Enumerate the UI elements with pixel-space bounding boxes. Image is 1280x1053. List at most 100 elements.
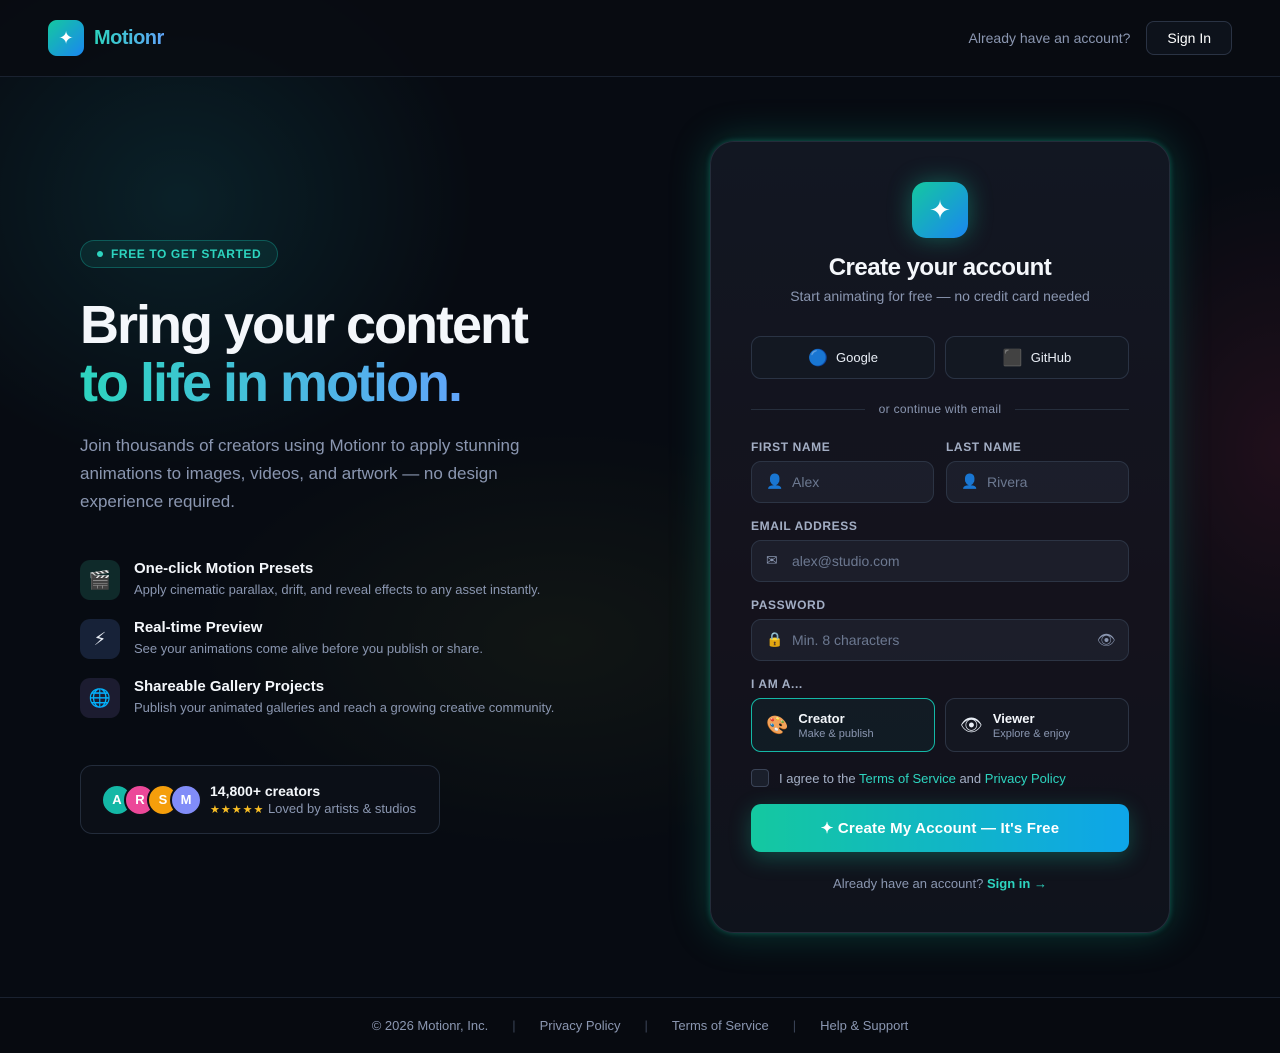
last-name-wrapper: 👤 bbox=[946, 461, 1129, 503]
globe-icon: 🌐 bbox=[80, 678, 120, 718]
footer-link-privacy[interactable]: Privacy Policy bbox=[540, 1018, 621, 1033]
show-password-icon[interactable]: 👁 bbox=[1097, 631, 1116, 649]
social-proof: A R S M 14,800+ creators ★★★★★ Loved by … bbox=[80, 765, 440, 834]
badge-dot-icon bbox=[97, 251, 103, 257]
terms-text: I agree to the Terms of Service and Priv… bbox=[779, 771, 1066, 786]
header-prompt: Already have an account? bbox=[968, 30, 1131, 46]
role-viewer-option[interactable]: 👁 Viewer Explore & enjoy bbox=[945, 698, 1129, 752]
role-sub: Explore & enjoy bbox=[992, 727, 1070, 740]
signin-prompt: Already have an account? Sign in → bbox=[751, 876, 1129, 891]
feature-title: Real-time Preview bbox=[134, 619, 263, 636]
rating-line: ★★★★★ Loved by artists & studios bbox=[210, 801, 416, 816]
terms-and: and bbox=[959, 770, 982, 786]
feature-list: 🎬 One-click Motion Presets Apply cinemat… bbox=[80, 560, 580, 718]
role-label: I AM A... bbox=[751, 677, 803, 691]
github-icon: ⬛ bbox=[1002, 349, 1023, 367]
google-label: Google bbox=[836, 350, 878, 365]
hero-description: Join thousands of creators using Motionr… bbox=[80, 436, 520, 511]
badge-label: FREE TO GET STARTED bbox=[111, 247, 262, 261]
google-button[interactable]: 🔵 Google bbox=[751, 336, 935, 379]
oauth-buttons: 🔵 Google ⬛ GitHub bbox=[751, 336, 1129, 379]
clapper-icon: 🎬 bbox=[80, 560, 120, 600]
divider-line bbox=[751, 408, 865, 410]
name-row: FIRST NAME 👤 LAST NAME 👤 bbox=[751, 440, 1129, 503]
sparkle-icon: ✦ bbox=[912, 182, 968, 238]
feature-item: 🌐 Shareable Gallery Projects Publish you… bbox=[80, 678, 580, 718]
hero-section: FREE TO GET STARTED Bring your content t… bbox=[80, 240, 580, 737]
rating-text: Loved by artists & studios bbox=[267, 801, 417, 816]
copyright: © 2026 Motionr, Inc. bbox=[371, 1018, 489, 1033]
role-options: 🎨 Creator Make & publish 👁 Viewer Explor… bbox=[751, 698, 1129, 752]
form-title: Create your account bbox=[828, 254, 1052, 281]
footer-link-terms[interactable]: Terms of Service bbox=[672, 1018, 769, 1033]
mail-icon: ✉ bbox=[766, 552, 778, 568]
terms-prefix: I agree to the bbox=[779, 770, 856, 786]
footer-separator: | bbox=[512, 1018, 516, 1033]
first-name-wrapper: 👤 bbox=[751, 461, 934, 503]
hero-title-line2: to life in motion. bbox=[80, 353, 463, 413]
password-field[interactable] bbox=[752, 620, 1128, 660]
signin-prompt-text: Already have an account? bbox=[833, 876, 984, 891]
header-signin-button[interactable]: Sign In bbox=[1146, 21, 1232, 55]
social-text: 14,800+ creators ★★★★★ Loved by artists … bbox=[210, 783, 416, 816]
eye-icon: 👁 bbox=[960, 714, 983, 735]
last-name-group: LAST NAME 👤 bbox=[946, 440, 1129, 503]
role-creator-option[interactable]: 🎨 Creator Make & publish bbox=[751, 698, 935, 752]
palette-icon: 🎨 bbox=[766, 714, 789, 735]
header-actions: Already have an account? Sign In bbox=[969, 21, 1232, 55]
password-label: PASSWORD bbox=[751, 598, 826, 612]
avatar-group: A R S M bbox=[101, 783, 202, 816]
github-label: GitHub bbox=[1030, 350, 1072, 365]
creator-count: 14,800+ creators bbox=[210, 783, 321, 799]
email-field[interactable] bbox=[752, 541, 1128, 581]
user-icon: 👤 bbox=[766, 473, 784, 489]
role-name: Creator bbox=[798, 710, 845, 726]
footer-separator: | bbox=[792, 1018, 797, 1033]
user-icon: 👤 bbox=[961, 473, 979, 489]
email-group: EMAIL ADDRESS ✉ bbox=[751, 519, 1129, 582]
role-sub: Make & publish bbox=[798, 727, 874, 740]
brand[interactable]: ✦ Motionr bbox=[48, 20, 164, 56]
feature-title: Shareable Gallery Projects bbox=[134, 678, 325, 695]
google-icon: 🔵 bbox=[808, 349, 828, 367]
first-name-group: FIRST NAME 👤 bbox=[751, 440, 934, 503]
github-button[interactable]: ⬛ GitHub bbox=[945, 336, 1129, 379]
star-rating-icon: ★★★★★ bbox=[210, 804, 265, 816]
role-name: Viewer bbox=[992, 710, 1035, 726]
first-name-label: FIRST NAME bbox=[751, 440, 831, 454]
sparkle-icon: ✦ bbox=[48, 20, 84, 56]
lightning-icon: ⚡ bbox=[80, 619, 120, 659]
free-badge: FREE TO GET STARTED bbox=[80, 240, 279, 268]
password-group: PASSWORD 🔒 👁 bbox=[751, 598, 1129, 661]
signin-link[interactable]: Sign in → bbox=[987, 876, 1047, 891]
avatar: M bbox=[170, 783, 202, 816]
email-label: EMAIL ADDRESS bbox=[751, 519, 858, 533]
form-subtitle: Start animating for free — no credit car… bbox=[790, 288, 1090, 304]
footer-separator: | bbox=[644, 1018, 648, 1033]
feature-item: 🎬 One-click Motion Presets Apply cinemat… bbox=[80, 560, 580, 600]
create-account-button[interactable]: ✦ Create My Account — It's Free bbox=[751, 804, 1129, 852]
password-wrapper: 🔒 👁 bbox=[751, 619, 1129, 661]
terms-checkbox[interactable] bbox=[751, 769, 769, 787]
feature-desc: Publish your animated galleries and reac… bbox=[134, 700, 555, 715]
lock-icon: 🔒 bbox=[766, 631, 784, 647]
top-header: ✦ Motionr Already have an account? Sign … bbox=[0, 0, 1280, 77]
footer-link-help[interactable]: Help & Support bbox=[820, 1018, 908, 1033]
last-name-label: LAST NAME bbox=[946, 440, 1022, 454]
tos-link[interactable]: Terms of Service bbox=[859, 771, 956, 786]
feature-desc: Apply cinematic parallax, drift, and rev… bbox=[134, 582, 541, 597]
feature-title: One-click Motion Presets bbox=[134, 560, 314, 577]
hero-title-line1: Bring your content bbox=[80, 295, 529, 355]
feature-item: ⚡ Real-time Preview See your animations … bbox=[80, 619, 580, 659]
privacy-link[interactable]: Privacy Policy bbox=[985, 771, 1066, 786]
terms-agreement: I agree to the Terms of Service and Priv… bbox=[751, 769, 1129, 787]
page-footer: © 2026 Motionr, Inc. | Privacy Policy | … bbox=[0, 997, 1280, 1053]
divider: or continue with email bbox=[751, 402, 1130, 416]
email-wrapper: ✉ bbox=[751, 540, 1129, 582]
signup-card: ✦ Create your account Start animating fo… bbox=[710, 141, 1170, 933]
role-group: I AM A... 🎨 Creator Make & publish 👁 Vie… bbox=[751, 677, 1129, 752]
divider-line bbox=[1015, 408, 1130, 410]
brand-name: Motionr bbox=[94, 26, 164, 49]
feature-desc: See your animations come alive before yo… bbox=[134, 641, 484, 656]
divider-text: or continue with email bbox=[878, 402, 1002, 416]
